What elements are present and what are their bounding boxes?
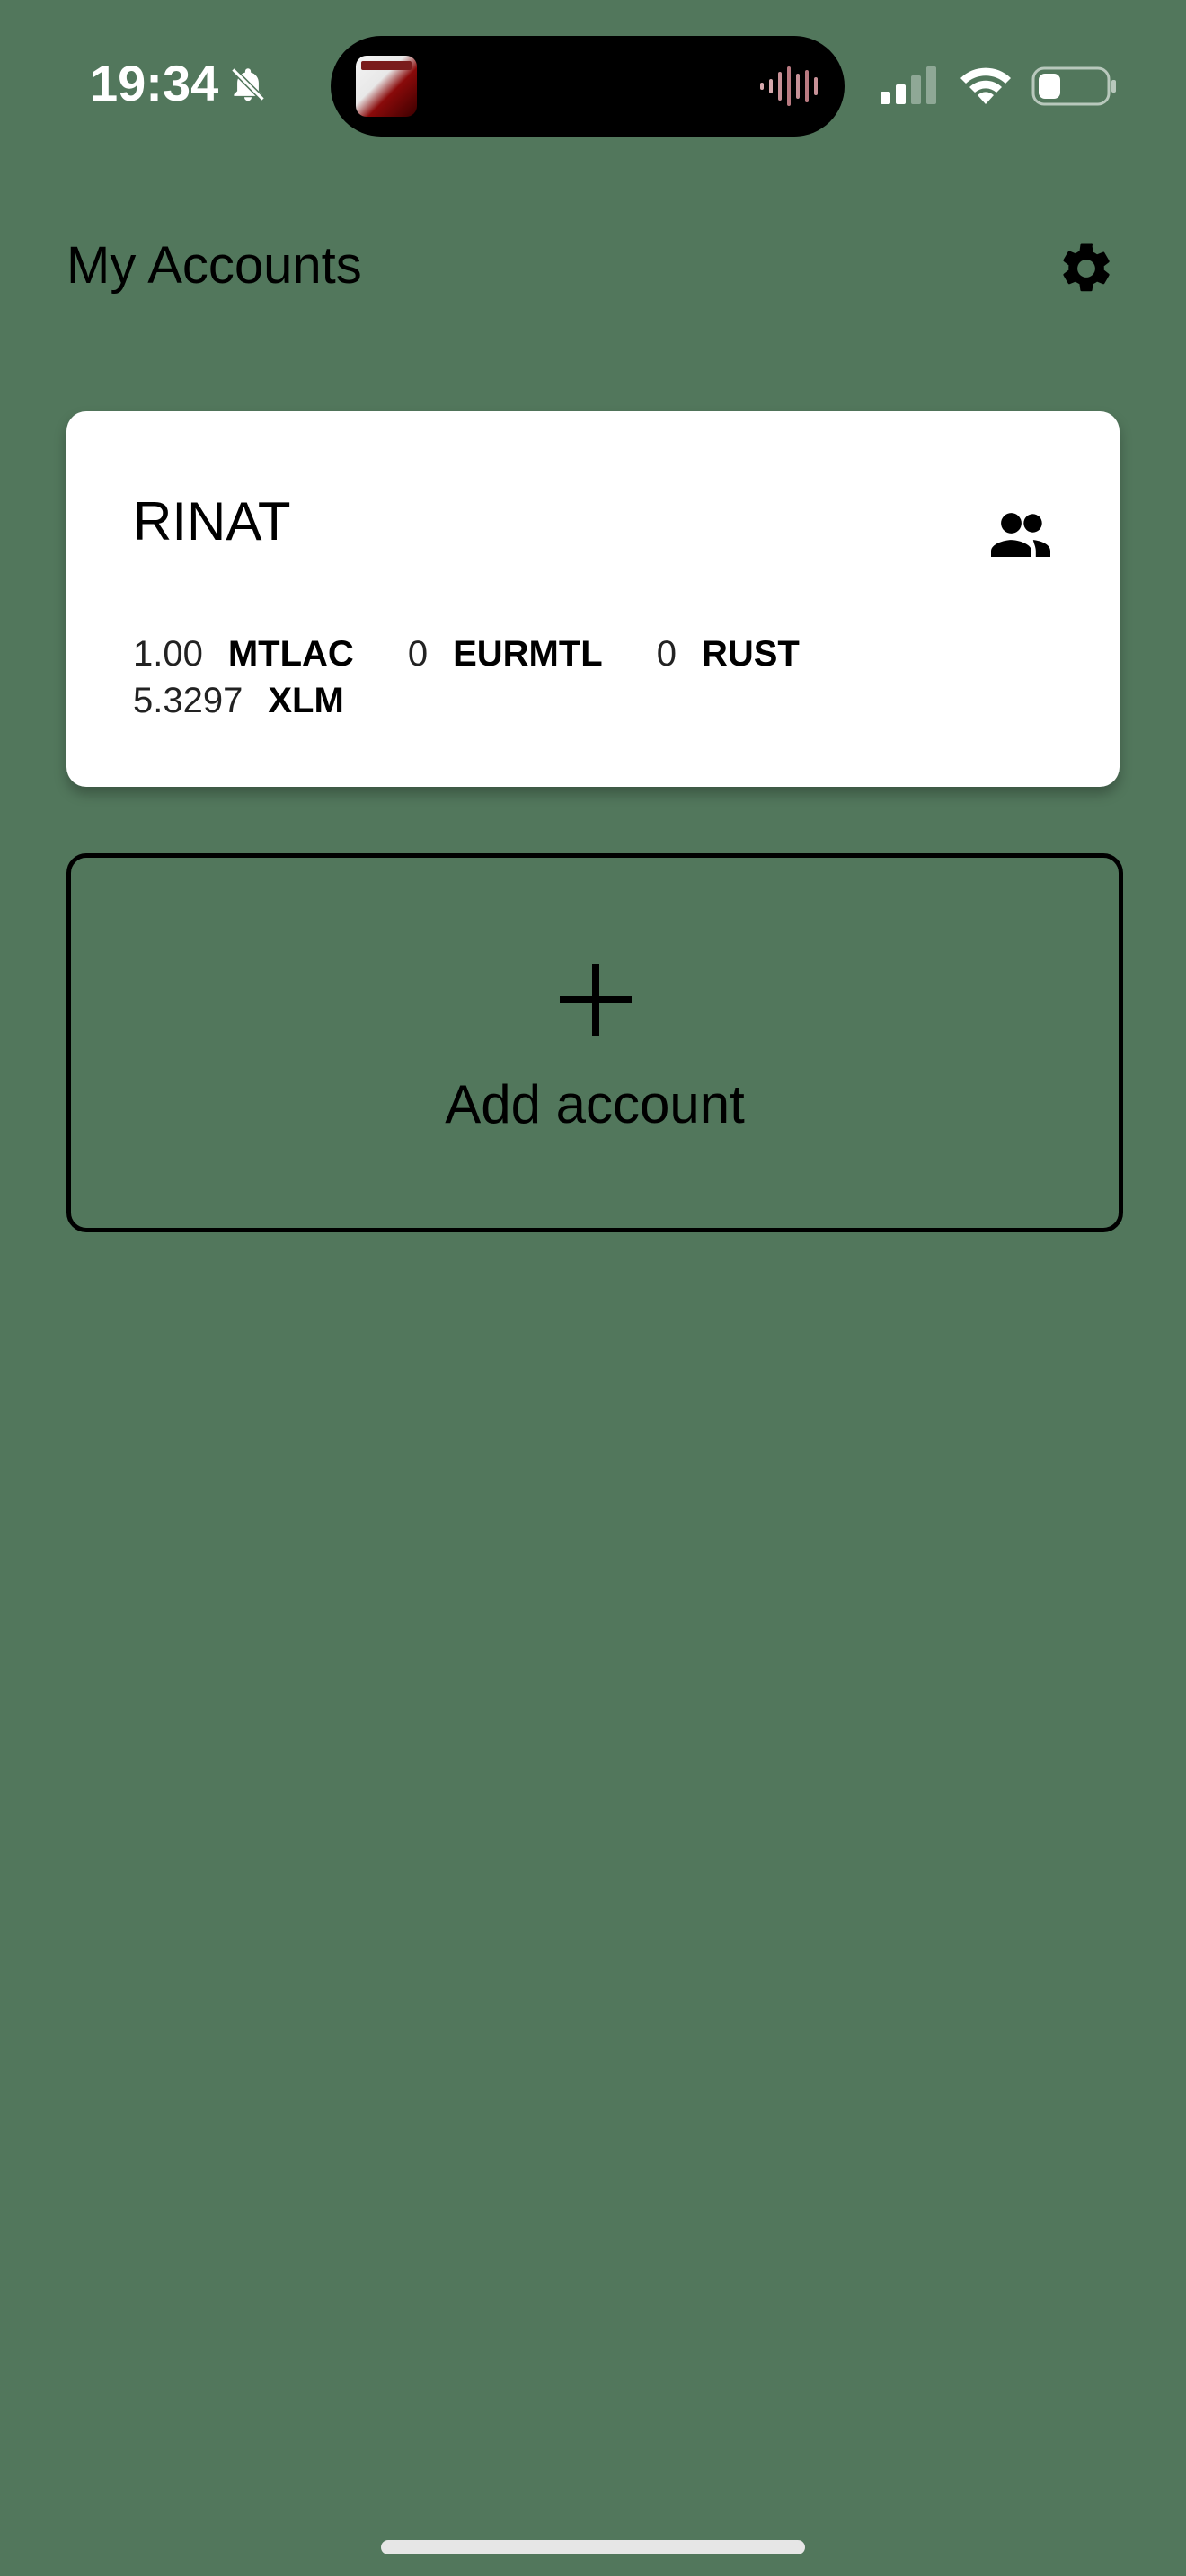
wifi-icon	[960, 67, 1011, 104]
account-name: RINAT	[133, 491, 291, 551]
home-indicator[interactable]	[381, 2540, 805, 2554]
balance-row: 5.3297 XLM	[133, 677, 398, 724]
gear-icon	[1063, 243, 1110, 292]
status-bar: 19:34	[0, 0, 1186, 171]
balance-item: 1.00 MTLAC	[133, 631, 354, 677]
people-icon	[991, 513, 1050, 557]
plus-icon	[560, 964, 632, 1036]
now-playing-artwork	[356, 56, 417, 117]
cellular-icon	[881, 66, 936, 104]
asset-code: MTLAC	[227, 634, 354, 674]
dynamic-island[interactable]	[331, 36, 845, 137]
balance-amount: 5.3297	[133, 681, 243, 720]
balance-item: 0 EURMTL	[408, 631, 603, 677]
asset-code: EURMTL	[453, 634, 603, 674]
settings-button[interactable]	[1057, 239, 1116, 298]
asset-code: XLM	[268, 681, 344, 720]
add-account-button[interactable]: Add account	[66, 853, 1123, 1232]
battery-icon	[1031, 66, 1116, 106]
balance-amount: 0	[407, 634, 429, 674]
add-account-label: Add account	[445, 1074, 745, 1134]
account-card[interactable]: RINAT 1.00 MTLAC 0 EURMTL 0 RUST 5.3297 XLM	[66, 411, 1120, 787]
asset-code: RUST	[701, 634, 800, 674]
balance-amount: 0	[656, 634, 677, 674]
balance-item: 5.3297 XLM	[133, 677, 344, 724]
bell-off-icon	[231, 67, 265, 101]
balance-item: 0 RUST	[657, 631, 800, 677]
status-time: 19:34	[90, 55, 219, 111]
balance-amount: 1.00	[133, 634, 203, 674]
page-title: My Accounts	[66, 236, 362, 295]
balance-row: 1.00 MTLAC 0 EURMTL 0 RUST	[133, 631, 854, 677]
waveform-icon	[760, 66, 818, 106]
